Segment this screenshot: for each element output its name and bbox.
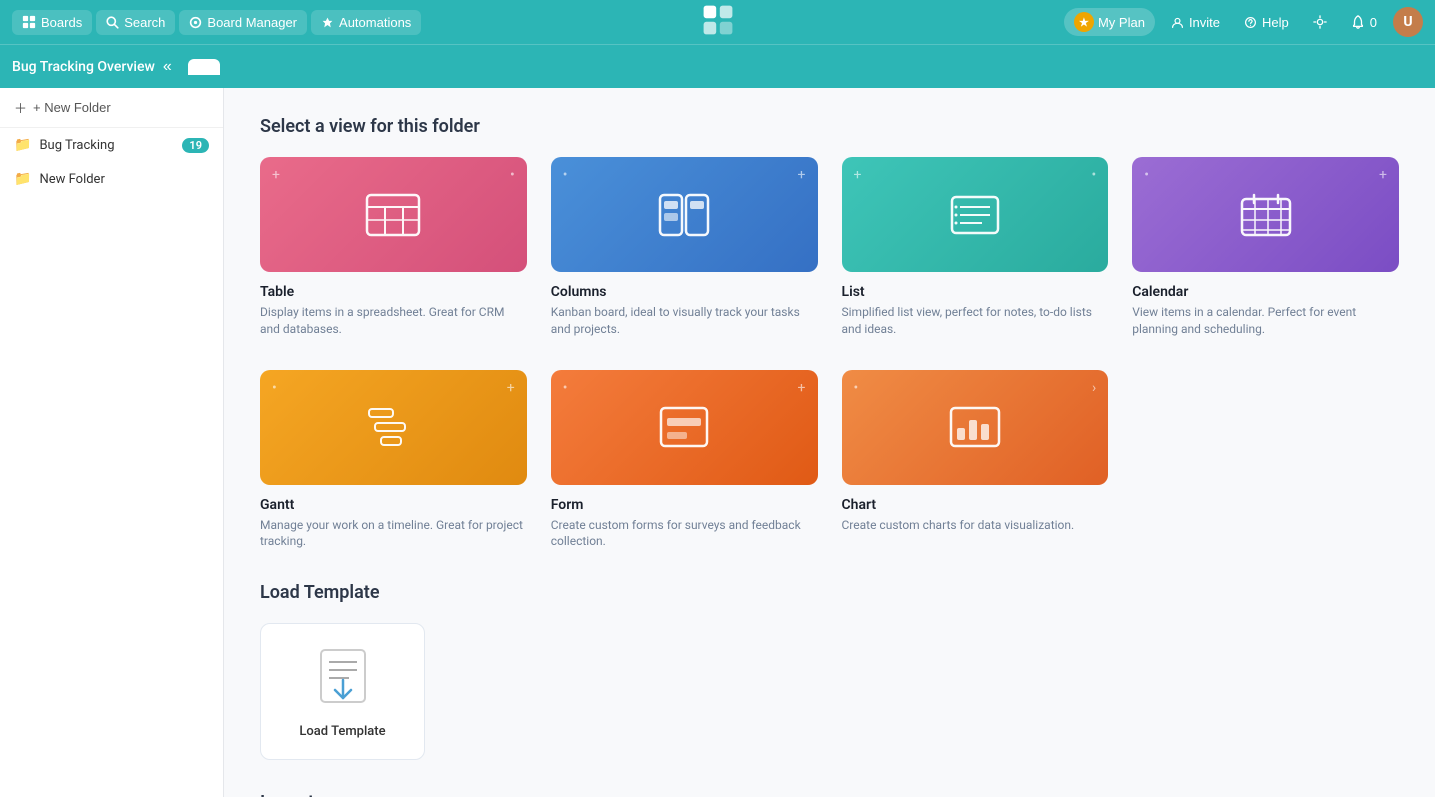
view-desc-chart: Create custom charts for data visualizat… xyxy=(842,517,1109,534)
notifications-button[interactable]: 0 xyxy=(1343,10,1385,35)
view-name-gantt: Gantt xyxy=(260,497,527,513)
main-content: Select a view for this folder + • Table xyxy=(224,88,1435,797)
select-view-title: Select a view for this folder xyxy=(260,116,1399,137)
view-name-calendar: Calendar xyxy=(1132,284,1399,300)
sidebar-item-label: Bug Tracking xyxy=(39,138,174,153)
sidebar: ＋ + New Folder 📁 Bug Tracking 19 📁 New F… xyxy=(0,88,224,797)
chart-icon xyxy=(949,406,1001,448)
sidebar-item-label-2: New Folder xyxy=(39,172,209,187)
view-name-table: Table xyxy=(260,284,527,300)
collapse-sidebar-button[interactable]: « xyxy=(155,54,180,80)
load-template-icon xyxy=(311,644,375,712)
views-grid-row1: + • Table Display items in a spreadsheet… xyxy=(260,157,1399,338)
sidebar-item-new-folder[interactable]: 📁 New Folder xyxy=(0,162,223,196)
invite-button[interactable]: Invite xyxy=(1163,10,1228,35)
calendar-icon xyxy=(1240,193,1292,237)
nav-left: Boards Search Board Manager Automations xyxy=(12,10,421,35)
active-tab[interactable] xyxy=(188,59,220,75)
sub-header: Bug Tracking Overview « xyxy=(0,44,1435,88)
card-preview-calendar: • + xyxy=(1132,157,1399,272)
new-folder-button[interactable]: ＋ + New Folder xyxy=(0,88,223,128)
card-preview-form: • + xyxy=(551,370,818,485)
columns-icon xyxy=(658,193,710,237)
view-card-list[interactable]: + • List Simplified list view, perfect f… xyxy=(842,157,1109,338)
template-card-label: Load Template xyxy=(299,724,385,739)
sidebar-badge: 19 xyxy=(182,138,209,153)
card-preview-gantt: • + xyxy=(260,370,527,485)
my-plan-button[interactable]: ★ My Plan xyxy=(1064,8,1155,36)
view-name-list: List xyxy=(842,284,1109,300)
form-icon xyxy=(659,406,709,448)
view-desc-table: Display items in a spreadsheet. Great fo… xyxy=(260,304,527,338)
app-logo xyxy=(700,2,736,42)
view-name-columns: Columns xyxy=(551,284,818,300)
view-desc-columns: Kanban board, ideal to visually track yo… xyxy=(551,304,818,338)
search-icon xyxy=(106,16,119,29)
board-manager-button[interactable]: Board Manager xyxy=(179,10,307,35)
top-navigation: Boards Search Board Manager Automations xyxy=(0,0,1435,44)
load-template-card[interactable]: Load Template xyxy=(260,623,425,760)
new-folder-icon: ＋ xyxy=(14,98,27,117)
gantt-icon xyxy=(367,407,419,447)
view-card-form[interactable]: • + Form Create custom forms for surveys… xyxy=(551,370,818,551)
folder-icon-2: 📁 xyxy=(14,171,31,187)
help-button[interactable]: Help xyxy=(1236,10,1297,35)
help-icon xyxy=(1244,16,1257,29)
import-title: Import xyxy=(260,792,1399,797)
view-card-gantt[interactable]: • + Gantt Manage your work on a timeline… xyxy=(260,370,527,551)
notification-icon xyxy=(1351,15,1365,29)
list-icon xyxy=(950,195,1000,235)
view-name-chart: Chart xyxy=(842,497,1109,513)
view-card-columns[interactable]: • + Columns Kanban board, ideal to visua… xyxy=(551,157,818,338)
card-preview-columns: • + xyxy=(551,157,818,272)
template-grid: Load Template xyxy=(260,623,1399,760)
table-icon xyxy=(365,193,421,237)
boards-button[interactable]: Boards xyxy=(12,10,92,35)
card-preview-list: + • xyxy=(842,157,1109,272)
view-desc-calendar: View items in a calendar. Perfect for ev… xyxy=(1132,304,1399,338)
main-layout: ＋ + New Folder 📁 Bug Tracking 19 📁 New F… xyxy=(0,88,1435,797)
plan-icon: ★ xyxy=(1074,12,1094,32)
board-manager-icon xyxy=(189,16,202,29)
view-card-calendar[interactable]: • + Calendar View items in xyxy=(1132,157,1399,338)
view-card-table[interactable]: + • Table Display items in a spreadsheet… xyxy=(260,157,527,338)
boards-icon xyxy=(22,15,36,29)
view-desc-gantt: Manage your work on a timeline. Great fo… xyxy=(260,517,527,551)
sidebar-item-bug-tracking[interactable]: 📁 Bug Tracking 19 xyxy=(0,128,223,162)
automations-button[interactable]: Automations xyxy=(311,10,421,35)
view-name-form: Form xyxy=(551,497,818,513)
card-preview-table: + • xyxy=(260,157,527,272)
folder-icon: 📁 xyxy=(14,137,31,153)
automations-icon xyxy=(321,16,334,29)
theme-button[interactable] xyxy=(1305,10,1335,34)
views-grid-row2: • + Gantt Manage your work on a timeline… xyxy=(260,370,1399,551)
search-button[interactable]: Search xyxy=(96,10,175,35)
load-template-title: Load Template xyxy=(260,582,1399,603)
invite-icon xyxy=(1171,16,1184,29)
nav-right: ★ My Plan Invite Help xyxy=(1064,7,1423,37)
card-preview-chart: • › xyxy=(842,370,1109,485)
avatar[interactable]: U xyxy=(1393,7,1423,37)
breadcrumb-title: Bug Tracking Overview xyxy=(12,59,155,75)
view-desc-form: Create custom forms for surveys and feed… xyxy=(551,517,818,551)
view-card-chart[interactable]: • › Chart Create custom charts for data … xyxy=(842,370,1109,551)
view-desc-list: Simplified list view, perfect for notes,… xyxy=(842,304,1109,338)
theme-icon xyxy=(1313,15,1327,29)
